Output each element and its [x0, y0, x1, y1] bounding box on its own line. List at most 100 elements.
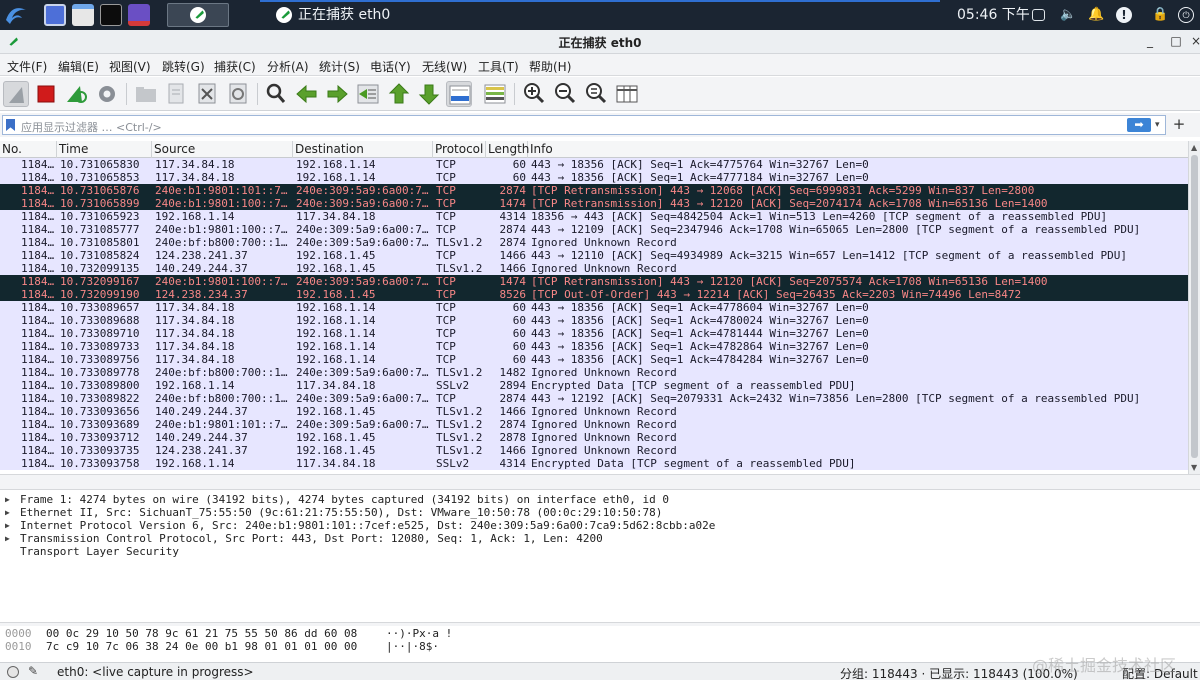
capture-comment-icon[interactable]: ✎ — [28, 664, 38, 678]
column-header-length[interactable]: Length — [486, 141, 529, 158]
packet-row[interactable]: 1184… 10.732099190 124.238.234.37 192.168.1… — [0, 288, 1188, 301]
packet-row[interactable]: 1184… 10.732099167 240e:b1:9801:100::7… 240… — [0, 275, 1188, 288]
power-icon[interactable]: ⏻ — [1178, 7, 1194, 23]
restart-capture-button[interactable] — [63, 81, 89, 107]
expand-arrow-icon[interactable]: ▶ — [5, 506, 10, 519]
save-file-button[interactable] — [163, 81, 189, 107]
update-icon[interactable]: ! — [1116, 7, 1132, 23]
kali-menu-icon[interactable] — [4, 4, 28, 26]
bookmark-icon[interactable] — [6, 119, 15, 131]
packet-bytes-pane[interactable]: 0000 00 0c 29 10 50 78 9c 61 21 75 55 50… — [0, 626, 1200, 662]
volume-icon[interactable]: 🔈 — [1060, 7, 1076, 23]
scroll-up-icon[interactable]: ▲ — [1191, 143, 1197, 152]
go-forward-button[interactable] — [324, 81, 350, 107]
capture-options-button[interactable] — [94, 81, 120, 107]
go-back-button[interactable] — [294, 81, 320, 107]
first-packet-button[interactable] — [386, 81, 412, 107]
menu-telephony[interactable]: 电话(Y) — [370, 58, 411, 75]
column-header-time[interactable]: Time — [57, 141, 152, 158]
packet-row[interactable]: 1184… 10.731065876 240e:b1:9801:101::7… 240… — [0, 184, 1188, 197]
menu-tools[interactable]: 工具(T) — [478, 58, 519, 75]
add-filter-button[interactable]: + — [1172, 114, 1186, 134]
expert-info-icon[interactable] — [7, 666, 19, 678]
menu-help[interactable]: 帮助(H) — [529, 58, 571, 75]
expand-arrow-icon[interactable]: ▶ — [5, 532, 10, 545]
menu-edit[interactable]: 编辑(E) — [58, 58, 99, 75]
packet-row[interactable]: 1184… 10.733089800 192.168.1.14 117.34.84.1… — [0, 379, 1188, 392]
scroll-down-icon[interactable]: ▼ — [1191, 463, 1197, 472]
column-header-no[interactable]: No. — [0, 141, 57, 158]
packet-row[interactable]: 1184… 10.733089733 117.34.84.18 192.168.1.1… — [0, 340, 1188, 353]
normal-size-button[interactable] — [583, 81, 609, 107]
lock-icon[interactable]: 🔒 — [1152, 7, 1168, 23]
colorize-button[interactable] — [482, 81, 508, 107]
menu-statistics[interactable]: 统计(S) — [319, 58, 360, 75]
screenshot-app-icon[interactable] — [128, 4, 150, 26]
packet-row[interactable]: 1184… 10.731085777 240e:b1:9801:100::7… 240… — [0, 223, 1188, 236]
packet-row[interactable]: 1184… 10.733089657 117.34.84.18 192.168.1.1… — [0, 301, 1188, 314]
packet-row[interactable]: 1184… 10.733089688 117.34.84.18 192.168.1.1… — [0, 314, 1188, 327]
menu-go[interactable]: 跳转(G) — [162, 58, 205, 75]
taskbar-task-wireshark[interactable]: 正在捕获 eth0 — [272, 0, 390, 30]
packet-list-scrollbar[interactable]: ▲ ▼ — [1188, 141, 1200, 474]
menu-capture[interactable]: 捕获(C) — [214, 58, 256, 75]
open-file-button[interactable] — [133, 81, 159, 107]
packet-row[interactable]: 1184… 10.733093758 192.168.1.14 117.34.84.1… — [0, 457, 1188, 470]
column-header-info[interactable]: Info — [528, 141, 1188, 158]
packet-row[interactable]: 1184… 10.733089822 240e:bf:b800:700::1… 240… — [0, 392, 1188, 405]
packet-row[interactable]: 1184… 10.731065830 117.34.84.18 192.168.1.1… — [0, 158, 1188, 171]
go-to-packet-button[interactable] — [355, 81, 381, 107]
expand-arrow-icon[interactable]: ▶ — [5, 519, 10, 532]
apply-filter-button[interactable]: ➡ — [1127, 118, 1151, 132]
packet-row[interactable]: 1184… 10.731065853 117.34.84.18 192.168.1.1… — [0, 171, 1188, 184]
packet-row[interactable]: 1184… 10.733093735 124.238.241.37 192.168.1… — [0, 444, 1188, 457]
menu-file[interactable]: 文件(F) — [7, 58, 47, 75]
column-header-protocol[interactable]: Protocol — [433, 141, 486, 158]
menu-view[interactable]: 视图(V) — [109, 58, 151, 75]
scroll-thumb[interactable] — [1191, 155, 1198, 458]
reload-file-button[interactable] — [225, 81, 251, 107]
terminal-icon[interactable] — [100, 4, 122, 26]
file-manager-icon[interactable] — [72, 4, 94, 26]
packet-row[interactable]: 1184… 10.733093656 140.249.244.37 192.168.1… — [0, 405, 1188, 418]
packet-row[interactable]: 1184… 10.733089756 117.34.84.18 192.168.1.1… — [0, 353, 1188, 366]
expand-arrow-icon[interactable]: ▶ — [5, 493, 10, 506]
packet-row[interactable]: 1184… 10.733093712 140.249.244.37 192.168.1… — [0, 431, 1188, 444]
packet-row[interactable]: 1184… 10.731065899 240e:b1:9801:100::7… 240… — [0, 197, 1188, 210]
packet-row[interactable]: 1184… 10.731065923 192.168.1.14 117.34.84.1… — [0, 210, 1188, 223]
display-filter-input[interactable]: 应用显示过滤器 … <Ctrl-/> ➡ ▾ — [2, 115, 1166, 135]
packet-row[interactable]: 1184… 10.733089710 117.34.84.18 192.168.1.1… — [0, 327, 1188, 340]
zoom-out-button[interactable] — [552, 81, 578, 107]
zoom-in-button[interactable] — [521, 81, 547, 107]
packet-destination: 192.168.1.14 — [296, 158, 376, 171]
packet-row[interactable]: 1184… 10.732099135 140.249.244.37 192.168.1… — [0, 262, 1188, 275]
packet-row[interactable]: 1184… 10.731085824 124.238.241.37 192.168.1… — [0, 249, 1188, 262]
packet-row[interactable]: 1184… 10.733089778 240e:bf:b800:700::1… 240… — [0, 366, 1188, 379]
stop-capture-button[interactable] — [33, 81, 59, 107]
packet-details-pane[interactable]: ▶ Frame 1: 4274 bytes on wire (34192 bit… — [0, 491, 1200, 622]
maximize-button[interactable]: □ — [1168, 33, 1184, 49]
resize-columns-button[interactable] — [614, 81, 640, 107]
workspace-icon[interactable] — [44, 4, 66, 26]
menu-analyze[interactable]: 分析(A) — [267, 58, 309, 75]
taskbar-clock[interactable]: 05:46 下午 — [957, 0, 1030, 30]
display-icon[interactable] — [1032, 9, 1045, 21]
packet-list[interactable]: No. Time Source Destination Protocol Len… — [0, 141, 1200, 474]
wireshark-launcher-icon[interactable] — [167, 3, 229, 27]
minimize-button[interactable]: _ — [1142, 33, 1158, 49]
packet-row[interactable]: 1184… 10.733093689 240e:b1:9801:101::7… 240… — [0, 418, 1188, 431]
close-button[interactable]: × — [1188, 33, 1200, 49]
close-file-button[interactable] — [194, 81, 220, 107]
find-packet-button[interactable] — [263, 81, 289, 107]
packet-number: 1184… — [21, 236, 55, 249]
auto-scroll-button[interactable] — [446, 81, 472, 107]
last-packet-button[interactable] — [416, 81, 442, 107]
start-capture-button[interactable] — [3, 81, 29, 107]
column-header-destination[interactable]: Destination — [293, 141, 433, 158]
menu-wireless[interactable]: 无线(W) — [422, 58, 467, 75]
pane-splitter[interactable] — [0, 474, 1200, 490]
notification-bell-icon[interactable]: 🔔 — [1088, 7, 1104, 23]
column-header-source[interactable]: Source — [152, 141, 293, 158]
packet-row[interactable]: 1184… 10.731085801 240e:bf:b800:700::1… 240… — [0, 236, 1188, 249]
filter-history-dropdown[interactable]: ▾ — [1155, 117, 1165, 133]
